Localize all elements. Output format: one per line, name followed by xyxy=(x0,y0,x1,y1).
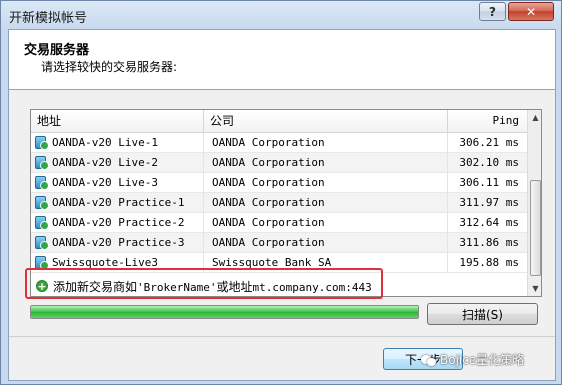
table-row[interactable]: OANDA-v20 Practice-1 OANDA Corporation 311… xyxy=(31,193,527,213)
cell-ping: 302.10 ms xyxy=(459,156,519,169)
dialog-window: 开新模拟帐号 ? ✕ 交易服务器 请选择较快的交易服务器: 地址 公司 Ping… xyxy=(0,0,562,385)
server-address: OANDA-v20 Practice-1 xyxy=(52,196,185,209)
cell-company: OANDA Corporation xyxy=(204,233,448,253)
help-button[interactable]: ? xyxy=(479,2,506,21)
column-header-company[interactable]: 公司 xyxy=(204,110,448,132)
cell-address: OANDA-v20 Live-3 xyxy=(31,173,204,193)
server-status-icon xyxy=(35,216,49,230)
help-icon: ? xyxy=(489,4,496,19)
page-title: 交易服务器 xyxy=(24,43,90,58)
divider xyxy=(9,336,555,337)
table-row[interactable]: OANDA-v20 Practice-2 OANDA Corporation 312… xyxy=(31,213,527,233)
cell-address: OANDA-v20 Live-2 xyxy=(31,153,204,173)
cell-ping: 306.21 ms xyxy=(459,136,519,149)
cell-address: OANDA-v20 Live-1 xyxy=(31,133,204,153)
scan-button[interactable]: 扫描(S) xyxy=(427,303,538,325)
cell-company: OANDA Corporation xyxy=(204,173,448,193)
table-body: OANDA-v20 Live-1 OANDA Corporation 306.21 … xyxy=(31,133,527,273)
wechat-icon xyxy=(421,353,437,367)
cell-ping: 195.88 ms xyxy=(459,256,519,269)
highlight-annotation xyxy=(25,268,383,299)
server-address: OANDA-v20 Live-3 xyxy=(52,176,158,189)
server-status-icon xyxy=(35,196,49,210)
scroll-thumb[interactable] xyxy=(530,180,541,276)
scroll-down-arrow-icon[interactable]: ▼ xyxy=(528,281,541,296)
cell-company: OANDA Corporation xyxy=(204,213,448,233)
server-address: OANDA-v20 Live-1 xyxy=(52,136,158,149)
close-button[interactable]: ✕ xyxy=(508,2,554,21)
watermark-text: Bojice量化策略 xyxy=(440,353,525,367)
server-address: OANDA-v20 Practice-2 xyxy=(52,216,185,229)
scan-progress-bar xyxy=(30,305,419,319)
column-header-ping[interactable]: Ping xyxy=(448,110,527,132)
cell-ping: 311.97 ms xyxy=(459,196,519,209)
cell-address: OANDA-v20 Practice-3 xyxy=(31,233,204,253)
server-address: OANDA-v20 Practice-3 xyxy=(52,236,185,249)
page-subtitle: 请选择较快的交易服务器: xyxy=(41,60,178,74)
progress-fill xyxy=(31,306,418,318)
close-icon: ✕ xyxy=(525,4,537,19)
table-row[interactable]: OANDA-v20 Practice-3 OANDA Corporation 311… xyxy=(31,233,527,253)
vertical-scrollbar[interactable]: ▲ ▼ xyxy=(527,110,541,296)
table-row[interactable]: OANDA-v20 Live-3 OANDA Corporation 306.11 … xyxy=(31,173,527,193)
server-address: OANDA-v20 Live-2 xyxy=(52,156,158,169)
cell-address: OANDA-v20 Practice-1 xyxy=(31,193,204,213)
cell-ping: 311.86 ms xyxy=(459,236,519,249)
cell-company: OANDA Corporation xyxy=(204,133,448,153)
table-header: 地址 公司 Ping xyxy=(31,110,527,133)
cell-address: OANDA-v20 Practice-2 xyxy=(31,213,204,233)
watermark: Bojice量化策略 xyxy=(421,351,524,368)
title-bar: 开新模拟帐号 ? ✕ xyxy=(1,1,561,29)
column-header-address[interactable]: 地址 xyxy=(31,110,204,132)
window-title: 开新模拟帐号 xyxy=(9,11,88,26)
server-status-icon xyxy=(35,136,49,150)
table-row[interactable]: OANDA-v20 Live-2 OANDA Corporation 302.10 … xyxy=(31,153,527,173)
server-status-icon xyxy=(35,176,49,190)
table-row[interactable]: OANDA-v20 Live-1 OANDA Corporation 306.21 … xyxy=(31,133,527,153)
dialog-client-area: 交易服务器 请选择较快的交易服务器: 地址 公司 Ping OANDA-v20 … xyxy=(8,29,556,381)
server-status-icon xyxy=(35,236,49,250)
cell-company: OANDA Corporation xyxy=(204,153,448,173)
scroll-up-arrow-icon[interactable]: ▲ xyxy=(528,110,541,125)
cell-ping: 312.64 ms xyxy=(459,216,519,229)
cell-ping: 306.11 ms xyxy=(459,176,519,189)
wizard-header: 交易服务器 请选择较快的交易服务器: xyxy=(9,30,555,90)
cell-company: OANDA Corporation xyxy=(204,193,448,213)
server-status-icon xyxy=(35,156,49,170)
